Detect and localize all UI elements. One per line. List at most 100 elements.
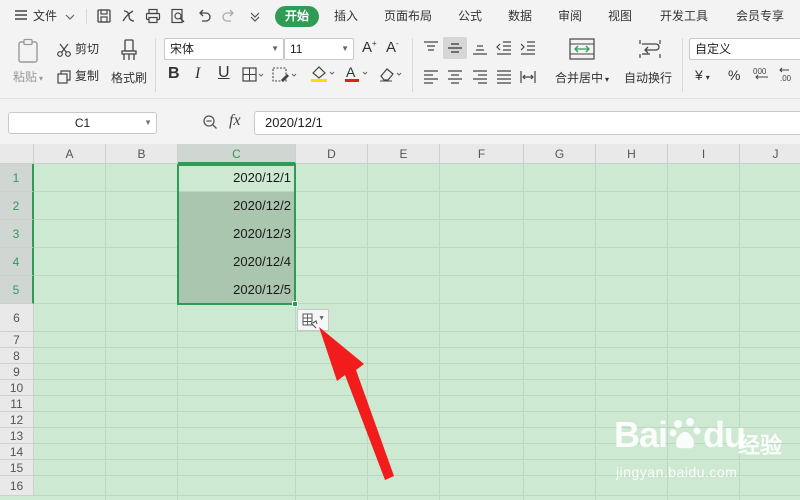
- row-header-14[interactable]: 14: [0, 444, 34, 460]
- watermark-brand-bai: Bai: [614, 414, 668, 455]
- row-header-15[interactable]: 15: [0, 460, 34, 476]
- row-gridline: [34, 395, 800, 396]
- column-header-j[interactable]: J: [740, 144, 800, 164]
- tab-home[interactable]: 开始: [275, 6, 320, 27]
- row-header-3[interactable]: 3: [0, 220, 34, 248]
- column-header-i[interactable]: I: [668, 144, 740, 164]
- merge-center-icon[interactable]: [569, 38, 595, 60]
- row-header-7[interactable]: 7: [0, 332, 34, 348]
- row-header-11[interactable]: 11: [0, 396, 34, 412]
- row-header-8[interactable]: 8: [0, 348, 34, 364]
- tab-member[interactable]: 会员专享: [736, 0, 784, 32]
- tab-view[interactable]: 视图: [608, 0, 632, 32]
- align-left-icon[interactable]: [423, 70, 439, 84]
- format-painter-label[interactable]: 格式刷: [111, 69, 147, 86]
- format-painter-icon[interactable]: [118, 38, 140, 62]
- distributed-align-icon[interactable]: [520, 70, 536, 84]
- column-header-b[interactable]: B: [106, 144, 178, 164]
- font-name-select[interactable]: 宋体 ▼: [164, 38, 284, 60]
- paste-button[interactable]: 粘贴 ▾: [13, 68, 43, 85]
- column-header-f[interactable]: F: [440, 144, 524, 164]
- cell-style-icon[interactable]: [272, 67, 298, 83]
- increase-indent-icon[interactable]: [520, 41, 536, 55]
- row-header-9[interactable]: 9: [0, 364, 34, 380]
- formula-input[interactable]: 2020/12/1: [254, 111, 800, 135]
- row-header-4[interactable]: 4: [0, 248, 34, 276]
- auto-fill-options-button[interactable]: ▼: [297, 309, 329, 331]
- align-right-icon[interactable]: [472, 70, 488, 84]
- align-bottom-icon[interactable]: [472, 41, 488, 55]
- select-all-corner[interactable]: [0, 144, 34, 164]
- file-menu-button[interactable]: 文件: [14, 0, 75, 32]
- italic-icon[interactable]: I: [195, 65, 200, 83]
- increase-decimal-icon[interactable]: .00: [778, 65, 798, 83]
- align-top-icon[interactable]: [423, 41, 439, 55]
- auto-fill-options-icon: [302, 313, 318, 329]
- row-header-5[interactable]: 5: [0, 276, 34, 304]
- font-size-select[interactable]: 11 ▼: [284, 38, 354, 60]
- insert-function-button[interactable]: fx: [229, 112, 241, 130]
- decrease-font-size-icon[interactable]: A-: [386, 39, 399, 56]
- chevron-down-icon: ▾: [39, 74, 44, 83]
- font-color-icon[interactable]: A: [344, 64, 370, 83]
- borders-icon[interactable]: [242, 67, 264, 83]
- increase-font-size-icon[interactable]: A+: [362, 39, 377, 56]
- wrap-text-icon[interactable]: [638, 39, 662, 59]
- underline-icon[interactable]: U: [218, 64, 230, 82]
- justify-icon[interactable]: [496, 70, 512, 84]
- print-icon[interactable]: [145, 8, 161, 24]
- name-box[interactable]: C1 ▼: [8, 112, 157, 134]
- row-header-2[interactable]: 2: [0, 192, 34, 220]
- percent-format-button[interactable]: %: [728, 67, 740, 83]
- decrease-indent-icon[interactable]: [496, 41, 512, 55]
- tab-review[interactable]: 审阅: [558, 0, 582, 32]
- merge-center-button[interactable]: 合并居中 ▾: [555, 69, 609, 86]
- row-header-12[interactable]: 12: [0, 412, 34, 428]
- print-preview-icon[interactable]: [170, 8, 186, 24]
- clear-format-icon[interactable]: [378, 66, 404, 82]
- chevron-down-icon: ▾: [705, 73, 710, 82]
- wrap-text-label[interactable]: 自动换行: [624, 69, 672, 86]
- paste-icon[interactable]: [16, 38, 40, 64]
- undo-icon[interactable]: [196, 8, 212, 24]
- fill-color-icon[interactable]: [310, 65, 336, 83]
- number-format-select[interactable]: 自定义: [689, 38, 800, 60]
- column-header-e[interactable]: E: [368, 144, 440, 164]
- column-header-c[interactable]: C: [178, 144, 296, 164]
- row-header-1[interactable]: 1: [0, 164, 34, 192]
- export-pdf-icon[interactable]: [120, 8, 136, 24]
- align-center-icon[interactable]: [447, 70, 463, 84]
- tab-data[interactable]: 数据: [508, 0, 532, 32]
- ribbon: 粘贴 ▾ 剪切 复制 格式刷 宋体 ▼ 11 ▼ A+ A- B I U A 合…: [0, 32, 800, 98]
- thousands-separator-icon[interactable]: 000: [752, 65, 772, 83]
- customize-toolbar-icon[interactable]: [247, 8, 263, 24]
- save-icon[interactable]: [96, 8, 112, 24]
- row-gridline: [34, 191, 800, 192]
- currency-format-button[interactable]: ¥ ▾: [695, 67, 710, 83]
- column-gridline: [367, 164, 368, 500]
- hamburger-icon: [14, 1, 28, 33]
- row-header-16[interactable]: 16: [0, 476, 34, 496]
- fill-handle[interactable]: [292, 301, 298, 307]
- tab-page-layout[interactable]: 页面布局: [384, 0, 432, 32]
- row-header-10[interactable]: 10: [0, 380, 34, 396]
- column-header-d[interactable]: D: [296, 144, 368, 164]
- cut-button[interactable]: 剪切: [56, 40, 99, 58]
- tab-developer[interactable]: 开发工具: [660, 0, 708, 32]
- column-gridline: [595, 164, 596, 500]
- column-header-h[interactable]: H: [596, 144, 668, 164]
- redo-icon[interactable]: [221, 8, 237, 24]
- column-header-a[interactable]: A: [34, 144, 106, 164]
- column-header-g[interactable]: G: [524, 144, 596, 164]
- row-header-13[interactable]: 13: [0, 428, 34, 444]
- copy-button[interactable]: 复制: [56, 67, 99, 85]
- zoom-search-icon[interactable]: [202, 114, 218, 130]
- tab-insert[interactable]: 插入: [334, 0, 358, 32]
- row-header-6[interactable]: 6: [0, 304, 34, 332]
- name-box-value: C1: [74, 116, 91, 130]
- chevron-down-icon: ▾: [605, 75, 610, 84]
- cut-label: 剪切: [75, 42, 100, 56]
- tab-formulas[interactable]: 公式: [458, 0, 482, 32]
- svg-text:.00: .00: [780, 74, 792, 83]
- bold-icon[interactable]: B: [168, 65, 180, 83]
